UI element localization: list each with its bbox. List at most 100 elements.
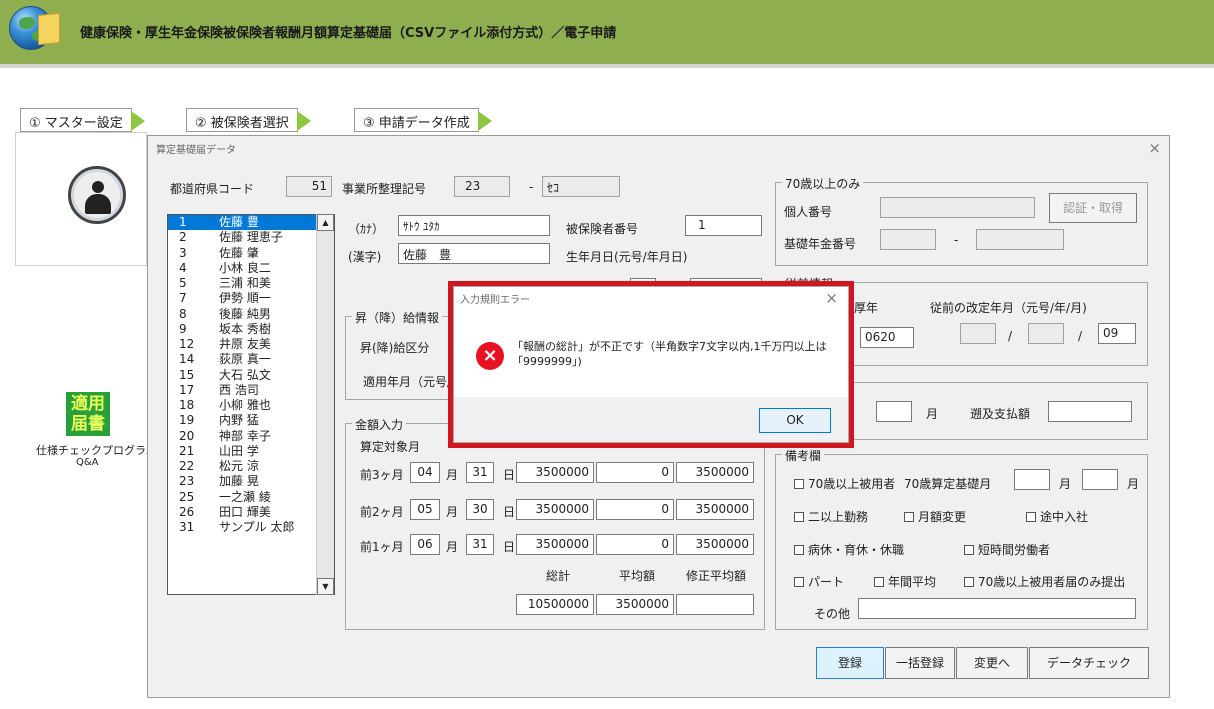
- scroll-down-icon[interactable]: ▼: [317, 578, 334, 595]
- prev-rev-era-field[interactable]: [960, 323, 996, 344]
- month-unit: 月: [446, 540, 459, 554]
- cash-amount-field[interactable]: 3500000: [516, 534, 594, 555]
- kana-name-field[interactable]: ｻﾄｳ ﾕﾀｶ: [398, 215, 550, 236]
- over70-base-month-2[interactable]: [1082, 469, 1118, 490]
- close-icon[interactable]: ×: [1148, 139, 1161, 157]
- user-avatar-icon[interactable]: [68, 166, 126, 224]
- list-item[interactable]: 1 佐藤 豊: [168, 215, 334, 231]
- chk-multi[interactable]: 二以上勤務: [794, 508, 868, 525]
- chk-monthly-change[interactable]: 月額変更: [904, 508, 966, 525]
- pension-no-label: 基礎年金番号: [784, 237, 857, 251]
- list-item[interactable]: 19 内野 猛: [168, 413, 334, 428]
- chk-over70[interactable]: 70歳以上被用者: [794, 475, 895, 492]
- over70-group: 70歳以上のみ 個人番号 認証・取得 基礎年金番号 -: [775, 175, 1148, 266]
- list-item[interactable]: 18 小柳 雅也: [168, 398, 334, 413]
- goods-amount-field[interactable]: 0: [596, 462, 674, 483]
- row-total-field[interactable]: 3500000: [676, 534, 754, 555]
- scroll-up-icon[interactable]: ▲: [317, 214, 334, 231]
- insured-no-field[interactable]: 1: [685, 215, 762, 236]
- pension-no-field-2[interactable]: [976, 229, 1064, 250]
- month-field[interactable]: 06: [410, 534, 440, 555]
- remarks-group-label: 備考欄: [782, 447, 825, 464]
- list-item[interactable]: 31 サンプル 太郎: [168, 520, 334, 535]
- days-field[interactable]: 31: [466, 462, 494, 483]
- month-field[interactable]: 04: [410, 462, 440, 483]
- data-check-button[interactable]: データチェック: [1029, 647, 1149, 679]
- step-master-settings[interactable]: ① マスター設定: [20, 108, 145, 132]
- list-item[interactable]: 2 佐藤 理恵子: [168, 230, 334, 245]
- goods-amount-field[interactable]: 0: [596, 534, 674, 555]
- retro-pay-field[interactable]: [1048, 401, 1132, 422]
- error-dialog: 入力規則エラー × × 「報酬の総計」が不正です（半角数字7文字以内,1千万円以…: [453, 286, 849, 443]
- spec-check-link[interactable]: 仕様チェックプログラム: [36, 442, 157, 458]
- days-field[interactable]: 30: [466, 499, 494, 520]
- list-item[interactable]: 25 一之瀬 綾: [168, 490, 334, 505]
- other-field[interactable]: [858, 598, 1136, 619]
- chk-leave[interactable]: 病休・育休・休職: [794, 541, 904, 558]
- change-button[interactable]: 変更へ: [956, 647, 1028, 679]
- prev-rev-month-field[interactable]: 09: [1098, 323, 1136, 344]
- list-item[interactable]: 15 大石 弘文: [168, 368, 334, 383]
- chk-midjoin[interactable]: 途中入社: [1026, 508, 1088, 525]
- list-item[interactable]: 14 荻原 真一: [168, 352, 334, 367]
- list-item[interactable]: 3 佐藤 肇: [168, 246, 334, 261]
- list-item[interactable]: 8 後藤 純男: [168, 307, 334, 322]
- over70-base-label: 70歳算定基礎月: [904, 477, 992, 491]
- list-item-name: 大石 弘文: [219, 367, 271, 382]
- ok-button[interactable]: OK: [759, 408, 831, 433]
- adj-avg-field[interactable]: [676, 594, 754, 615]
- kana-label: （ｶﾅ）: [348, 222, 385, 236]
- list-item[interactable]: 5 三浦 和美: [168, 276, 334, 291]
- list-item[interactable]: 23 加藤 晃: [168, 474, 334, 489]
- register-button[interactable]: 登録: [816, 647, 884, 679]
- list-item[interactable]: 20 神部 幸子: [168, 429, 334, 444]
- over70-base-month-1[interactable]: [1014, 469, 1050, 490]
- retro-month-field[interactable]: [876, 401, 912, 422]
- prev-rev-label: 従前の改定年月（元号/年/月): [930, 301, 1087, 315]
- list-item[interactable]: 12 井原 友美: [168, 337, 334, 352]
- month-field[interactable]: 05: [410, 499, 440, 520]
- qa-link[interactable]: Q&A: [76, 457, 99, 468]
- listbox-scrollbar[interactable]: ▲ ▼: [316, 214, 334, 595]
- prev-rev-year-field[interactable]: [1028, 323, 1064, 344]
- cash-amount-field[interactable]: 3500000: [516, 499, 594, 520]
- list-item[interactable]: 4 小林 良二: [168, 261, 334, 276]
- apply-form-icon[interactable]: 適用届書: [66, 392, 110, 436]
- list-item-number: 20: [179, 428, 195, 443]
- chk-over70-only-label: 70歳以上被用者届のみ提出: [978, 575, 1126, 589]
- auth-button[interactable]: 認証・取得: [1049, 193, 1137, 223]
- kanji-name-field[interactable]: 佐藤 豊: [398, 243, 550, 264]
- pension-no-field-1[interactable]: [880, 229, 936, 250]
- cash-amount-field[interactable]: 3500000: [516, 462, 594, 483]
- chk-part[interactable]: パート: [794, 573, 844, 590]
- office-no-field-2[interactable]: ｾｺ: [542, 176, 620, 197]
- sum-field[interactable]: 10500000: [516, 594, 594, 615]
- pref-code-field[interactable]: 51: [286, 176, 332, 197]
- step-select-insured[interactable]: ② 被保険者選択: [186, 108, 311, 132]
- chk-short[interactable]: 短時間労働者: [964, 541, 1050, 558]
- office-no-field-1[interactable]: 23: [454, 176, 510, 197]
- avg-field[interactable]: 3500000: [596, 594, 674, 615]
- row-total-field[interactable]: 3500000: [676, 462, 754, 483]
- list-item[interactable]: 22 松元 涼: [168, 459, 334, 474]
- close-icon[interactable]: ×: [825, 289, 838, 307]
- row-total-field[interactable]: 3500000: [676, 499, 754, 520]
- list-item[interactable]: 7 伊勢 順一: [168, 291, 334, 306]
- step-create-data[interactable]: ③ 申請データ作成: [354, 108, 492, 132]
- month-row-label: 前3ヶ月: [360, 468, 404, 482]
- list-item-name: 田口 輝美: [219, 504, 271, 519]
- prev-pension-field[interactable]: 0620: [860, 327, 914, 348]
- list-item-name: 伊勢 順一: [219, 291, 271, 306]
- list-item[interactable]: 21 山田 学: [168, 444, 334, 459]
- list-item[interactable]: 17 西 浩司: [168, 383, 334, 398]
- list-item[interactable]: 9 坂本 秀樹: [168, 322, 334, 337]
- goods-amount-field[interactable]: 0: [596, 499, 674, 520]
- chk-over70-only[interactable]: 70歳以上被用者届のみ提出: [964, 573, 1125, 590]
- bulk-register-button[interactable]: 一括登録: [885, 647, 955, 679]
- my-number-field[interactable]: [880, 197, 1035, 218]
- list-item-name: 坂本 秀樹: [219, 321, 271, 336]
- chk-annual-avg[interactable]: 年間平均: [874, 573, 936, 590]
- list-item[interactable]: 26 田口 輝美: [168, 505, 334, 520]
- days-field[interactable]: 31: [466, 534, 494, 555]
- insured-listbox[interactable]: 1 佐藤 豊 2 佐藤 理恵子 3 佐藤 肇 4 小林 良二 5 三浦 和美 7 伊勢 順一 8 後藤 純…: [167, 214, 335, 595]
